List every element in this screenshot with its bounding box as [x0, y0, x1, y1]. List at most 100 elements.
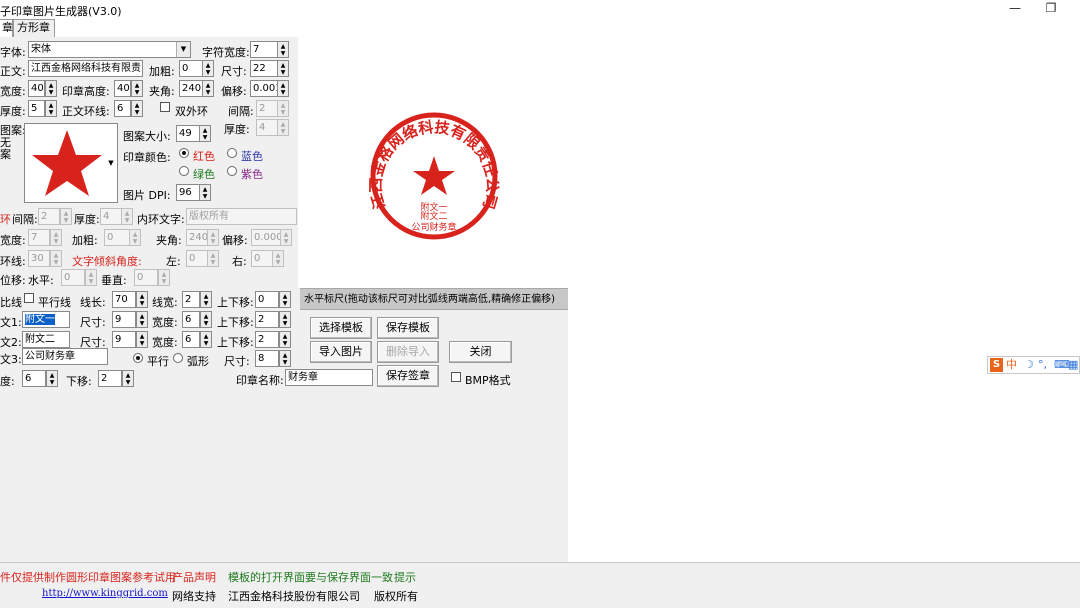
angle-spinner[interactable]: ▲ ▼ — [202, 80, 214, 97]
delete-import-button[interactable]: 删除导入 — [377, 341, 439, 363]
size-spinner[interactable]: ▲ ▼ — [277, 60, 289, 77]
ime-toolbar[interactable]: S 中 ☽ °, ⌨ ▦ — [987, 356, 1080, 374]
inner-offset-input[interactable]: 0.000 — [251, 229, 281, 246]
sub2-updown-input[interactable]: 2 — [255, 331, 279, 348]
select-template-button[interactable]: 选择模板 — [310, 317, 372, 339]
inner-angle-input[interactable]: 240 — [186, 229, 208, 246]
offset-spinner[interactable]: ▲ ▼ — [277, 80, 289, 97]
tilt-left-input[interactable]: 0 — [186, 250, 208, 267]
footer-url-link[interactable]: http://www.kinggrid.com — [42, 588, 168, 599]
inner-thickness-spinner[interactable]: ▲ ▼ — [121, 208, 133, 225]
sub1-width-spinner[interactable]: ▲ ▼ — [200, 311, 212, 328]
line-length-input[interactable]: 70 — [112, 291, 136, 308]
inner-ring-line-input[interactable]: 30 — [28, 250, 50, 267]
thickness2-input[interactable]: 4 — [256, 119, 278, 136]
save-stamp-button[interactable]: 保存签章 — [377, 365, 439, 387]
inner-ring-line-spinner[interactable]: ▲ ▼ — [50, 250, 62, 267]
width-spinner[interactable]: ▲ ▼ — [45, 80, 57, 97]
punctuation-icon[interactable]: °, — [1038, 357, 1047, 373]
char-width-spinner[interactable]: ▲ ▼ — [277, 41, 289, 58]
shift-v-input[interactable]: 0 — [134, 269, 158, 286]
sub3-size-input[interactable]: 8 — [255, 350, 279, 367]
bold-spinner[interactable]: ▲ ▼ — [202, 60, 214, 77]
save-template-button[interactable]: 保存模板 — [377, 317, 439, 339]
inner-angle-spinner[interactable]: ▲ ▼ — [207, 229, 219, 246]
arc-radio[interactable] — [173, 353, 183, 363]
ring-line-input[interactable]: 6 — [114, 100, 131, 117]
sub1-updown-spinner[interactable]: ▲ ▼ — [279, 311, 291, 328]
inner-thickness-input[interactable]: 4 — [100, 208, 122, 225]
thickness-input[interactable]: 5 — [28, 100, 45, 117]
size-input[interactable]: 22 — [250, 60, 278, 77]
footer-product-statement[interactable]: 产品声明 — [172, 569, 216, 585]
degree-spinner[interactable]: ▲ ▼ — [46, 370, 58, 387]
tilt-right-spinner[interactable]: ▲ ▼ — [272, 250, 284, 267]
sub2-input[interactable]: 附文二 — [22, 331, 70, 348]
sub1-size-spinner[interactable]: ▲ ▼ — [136, 311, 148, 328]
skin-icon[interactable]: ▦ — [1068, 357, 1078, 373]
inner-gap-input[interactable]: 2 — [38, 208, 60, 225]
updown-input[interactable]: 0 — [255, 291, 279, 308]
shift-v-spinner[interactable]: ▲ ▼ — [158, 269, 170, 286]
pattern-size-input[interactable]: 49 — [176, 125, 200, 142]
sub3-size-spinner[interactable]: ▲ ▼ — [279, 350, 291, 367]
horizontal-ruler[interactable]: 水平标尺(拖动该标尺可对比弧线两端高低,精确修正偏移) — [300, 288, 568, 310]
thickness-spinner[interactable]: ▲ ▼ — [45, 100, 57, 117]
stamp-height-spinner[interactable]: ▲ ▼ — [131, 80, 143, 97]
inner-gap-spinner[interactable]: ▲ ▼ — [60, 208, 72, 225]
font-select[interactable]: 宋体 ▼ — [28, 41, 191, 58]
double-ring-checkbox[interactable] — [160, 102, 170, 112]
line-length-spinner[interactable]: ▲ ▼ — [136, 291, 148, 308]
parallel-radio[interactable] — [133, 353, 143, 363]
dpi-spinner[interactable]: ▲ ▼ — [199, 184, 211, 201]
pattern-dropdown-arrow[interactable]: ▼ — [104, 123, 118, 203]
sub2-updown-spinner[interactable]: ▲ ▼ — [279, 331, 291, 348]
tilt-left-spinner[interactable]: ▲ ▼ — [207, 250, 219, 267]
sub1-size-input[interactable]: 9 — [112, 311, 136, 328]
sub2-width-input[interactable]: 6 — [182, 331, 200, 348]
degree-input[interactable]: 6 — [22, 370, 46, 387]
sub3-input[interactable]: 公司财务章 — [22, 348, 108, 365]
width-input[interactable]: 40 — [28, 80, 45, 97]
inner-width-input[interactable]: 7 — [28, 229, 50, 246]
updown-spinner[interactable]: ▲ ▼ — [279, 291, 291, 308]
stamp-height-input[interactable]: 40 — [114, 80, 131, 97]
tab-square-stamp[interactable]: 方形章 — [13, 19, 55, 37]
ring-line-spinner[interactable]: ▲ ▼ — [131, 100, 143, 117]
inner-bold-input[interactable]: 0 — [104, 229, 130, 246]
line-width-spinner[interactable]: ▲ ▼ — [200, 291, 212, 308]
shift-h-input[interactable]: 0 — [61, 269, 85, 286]
down-shift-input[interactable]: 2 — [98, 370, 122, 387]
angle-input[interactable]: 240 — [179, 80, 203, 97]
tab-round-stamp[interactable]: 章 — [0, 19, 13, 37]
color-purple-radio[interactable] — [227, 166, 237, 176]
sub2-size-input[interactable]: 9 — [112, 331, 136, 348]
parallel-line-checkbox[interactable] — [24, 293, 34, 303]
tilt-right-input[interactable]: 0 — [251, 250, 273, 267]
sub1-updown-input[interactable]: 2 — [255, 311, 279, 328]
stamp-name-input[interactable]: 财务章 — [285, 369, 373, 386]
color-red-radio[interactable] — [179, 148, 189, 158]
bmp-format-checkbox[interactable] — [451, 372, 461, 382]
inner-width-spinner[interactable]: ▲ ▼ — [50, 229, 62, 246]
minimize-button[interactable]: — — [1000, 0, 1030, 18]
color-green-radio[interactable] — [179, 166, 189, 176]
chinese-mode-icon[interactable]: 中 — [1006, 357, 1017, 373]
dpi-input[interactable]: 96 — [176, 184, 200, 201]
pattern-size-spinner[interactable]: ▲ ▼ — [199, 125, 211, 142]
sub1-width-input[interactable]: 6 — [182, 311, 200, 328]
char-width-input[interactable]: 7 — [250, 41, 278, 58]
close-button[interactable]: 关闭 — [449, 341, 512, 363]
sub1-input[interactable]: 附文一 — [22, 311, 70, 328]
body-text-input[interactable]: 江西金格网络科技有限责 — [28, 60, 143, 77]
moon-icon[interactable]: ☽ — [1024, 357, 1034, 373]
shift-h-spinner[interactable]: ▲ ▼ — [85, 269, 97, 286]
line-width-input[interactable]: 2 — [182, 291, 200, 308]
bold-input[interactable]: 0 — [179, 60, 203, 77]
restore-button[interactable]: ❐ — [1036, 0, 1066, 18]
sub2-size-spinner[interactable]: ▲ ▼ — [136, 331, 148, 348]
gap-spinner[interactable]: ▲ ▼ — [277, 100, 289, 117]
inner-offset-spinner[interactable]: ▲ ▼ — [280, 229, 292, 246]
inner-bold-spinner[interactable]: ▲ ▼ — [129, 229, 141, 246]
color-blue-radio[interactable] — [227, 148, 237, 158]
